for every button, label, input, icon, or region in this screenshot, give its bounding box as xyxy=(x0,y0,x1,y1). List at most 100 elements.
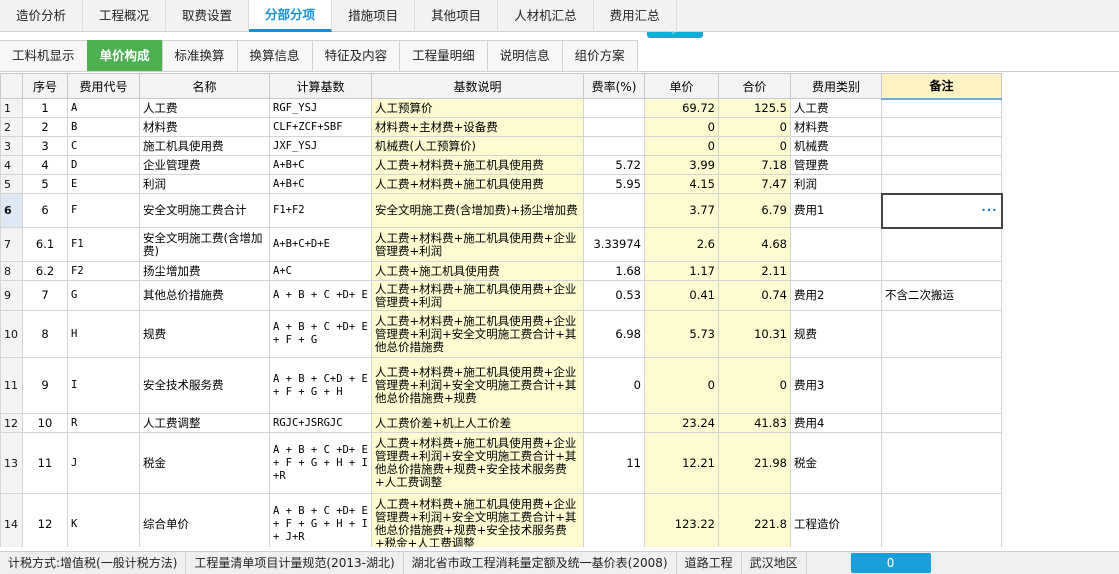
tab-2[interactable]: 取费设置 xyxy=(166,0,250,32)
cell-total[interactable]: 21.98 xyxy=(718,432,791,494)
cell-basis[interactable]: A + B + C +D+ E xyxy=(269,280,372,311)
table-row[interactable]: 2 2 B 材料费 CLF+ZCF+SBF 材料费+主材费+设备费 0 0 材料费 xyxy=(0,117,1002,137)
cell-basis[interactable]: A + B + C +D+ E + F + G xyxy=(269,310,372,358)
cell-desc[interactable]: 人工费+材料费+施工机具使用费+企业管理费+利润+安全文明施工费合计+其他总价措… xyxy=(371,432,584,494)
cell-price[interactable]: 4.15 xyxy=(644,174,719,194)
tab-3[interactable]: 分部分项 xyxy=(249,0,333,32)
cell-note[interactable] xyxy=(881,432,1002,494)
cell-desc[interactable]: 人工费+材料费+施工机具使用费+企业管理费+利润+安全文明施工费合计+其他总价措… xyxy=(371,357,584,414)
column-header[interactable]: 单价 xyxy=(644,73,719,99)
cell-note[interactable] xyxy=(881,493,1002,547)
cell-basis[interactable]: RGJC+JSRGJC xyxy=(269,413,372,433)
cell-basis[interactable]: A+B+C xyxy=(269,155,372,175)
cell-total[interactable]: 125.5 xyxy=(718,98,791,118)
cell-note[interactable] xyxy=(881,413,1002,433)
cell-desc[interactable]: 人工费+材料费+施工机具使用费 xyxy=(371,155,584,175)
column-header[interactable]: 备注 xyxy=(881,73,1002,100)
cell-rate[interactable] xyxy=(583,98,645,118)
tab-0[interactable]: 造价分析 xyxy=(0,0,84,32)
cell-desc[interactable]: 人工预算价 xyxy=(371,98,584,118)
cell-code[interactable]: F2 xyxy=(67,261,140,281)
cell-seq[interactable]: 8 xyxy=(22,310,68,358)
more-icon[interactable]: ··· xyxy=(981,204,997,217)
cell-desc[interactable]: 人工费价差+机上人工价差 xyxy=(371,413,584,433)
cell-total[interactable]: 0 xyxy=(718,357,791,414)
cell-note[interactable] xyxy=(881,310,1002,358)
cell-seq[interactable]: 6 xyxy=(22,193,68,228)
column-header[interactable]: 合价 xyxy=(718,73,791,99)
cell-name[interactable]: 材料费 xyxy=(139,117,270,137)
cell-code[interactable]: B xyxy=(67,117,140,137)
tab-6[interactable]: 人材机汇总 xyxy=(498,0,594,32)
row-number[interactable]: 3 xyxy=(0,136,23,156)
cell-seq[interactable]: 4 xyxy=(22,155,68,175)
cell-cat[interactable]: 费用1 xyxy=(790,193,882,228)
table-row[interactable]: 5 5 E 利润 A+B+C 人工费+材料费+施工机具使用费 5.95 4.15 7.47 利润 xyxy=(0,174,1002,194)
cell-total[interactable]: 7.47 xyxy=(718,174,791,194)
cell-cat[interactable]: 费用3 xyxy=(790,357,882,414)
row-number[interactable]: 1 xyxy=(0,98,23,118)
cell-note[interactable] xyxy=(881,227,1002,262)
cell-total[interactable]: 0 xyxy=(718,136,791,156)
cell-basis[interactable]: A + B + C +D+ E + F + G + H + I + J+R xyxy=(269,493,372,547)
cell-cat[interactable]: 税金 xyxy=(790,432,882,494)
cell-price[interactable]: 0.41 xyxy=(644,280,719,311)
cell-name[interactable]: 人工费调整 xyxy=(139,413,270,433)
cell-name[interactable]: 规费 xyxy=(139,310,270,358)
cell-desc[interactable]: 人工费+材料费+施工机具使用费+企业管理费+利润+安全文明施工费合计+其他总价措… xyxy=(371,310,584,358)
cell-price[interactable]: 0 xyxy=(644,136,719,156)
cell-code[interactable]: G xyxy=(67,280,140,311)
cell-note[interactable] xyxy=(881,117,1002,137)
cell-rate[interactable] xyxy=(583,117,645,137)
cell-seq[interactable]: 6.2 xyxy=(22,261,68,281)
cell-basis[interactable]: A + B + C +D+ E + F + G + H + I +R xyxy=(269,432,372,494)
cell-note[interactable] xyxy=(881,357,1002,414)
cell-price[interactable]: 1.17 xyxy=(644,261,719,281)
sub-tab-0[interactable]: 工料机显示 xyxy=(0,40,88,71)
cell-rate[interactable]: 0.53 xyxy=(583,280,645,311)
column-header[interactable]: 计算基数 xyxy=(269,73,372,99)
cell-rate[interactable]: 5.95 xyxy=(583,174,645,194)
cell-desc[interactable]: 机械费(人工预算价) xyxy=(371,136,584,156)
cell-seq[interactable]: 12 xyxy=(22,493,68,547)
cell-desc[interactable]: 人工费+材料费+施工机具使用费+企业管理费+利润 xyxy=(371,280,584,311)
table-row[interactable]: 7 6.1 F1 安全文明施工费(含增加费) A+B+C+D+E 人工费+材料费+施工机具… xyxy=(0,227,1002,262)
cell-price[interactable]: 23.24 xyxy=(644,413,719,433)
cell-note[interactable] xyxy=(881,174,1002,194)
cell-total[interactable]: 41.83 xyxy=(718,413,791,433)
row-number[interactable]: 2 xyxy=(0,117,23,137)
sub-tab-3[interactable]: 换算信息 xyxy=(236,40,313,71)
cell-price[interactable]: 3.77 xyxy=(644,193,719,228)
tab-4[interactable]: 措施项目 xyxy=(332,0,416,32)
cell-note[interactable] xyxy=(881,261,1002,281)
cell-cat[interactable]: 利润 xyxy=(790,174,882,194)
cell-rate[interactable]: 3.33974 xyxy=(583,227,645,262)
cell-basis[interactable]: F1+F2 xyxy=(269,193,372,228)
cell-code[interactable]: E xyxy=(67,174,140,194)
cell-rate[interactable] xyxy=(583,413,645,433)
cell-cat[interactable]: 费用2 xyxy=(790,280,882,311)
sub-tab-2[interactable]: 标准换算 xyxy=(161,40,238,71)
cell-desc[interactable]: 材料费+主材费+设备费 xyxy=(371,117,584,137)
sub-tab-7[interactable]: 组价方案 xyxy=(561,40,638,71)
cell-cat[interactable]: 工程造价 xyxy=(790,493,882,547)
cell-note[interactable] xyxy=(881,98,1002,118)
cell-code[interactable]: I xyxy=(67,357,140,414)
table-row[interactable]: 11 9 I 安全技术服务费 A + B + C+D + E + F + G + H 人工… xyxy=(0,357,1002,414)
cell-cat[interactable] xyxy=(790,227,882,262)
row-number[interactable]: 14 xyxy=(0,493,23,547)
column-header[interactable]: 费用类别 xyxy=(790,73,882,99)
cell-rate[interactable] xyxy=(583,136,645,156)
cell-code[interactable]: A xyxy=(67,98,140,118)
cell-seq[interactable]: 5 xyxy=(22,174,68,194)
row-number[interactable]: 11 xyxy=(0,357,23,414)
row-number[interactable]: 10 xyxy=(0,310,23,358)
tab-7[interactable]: 费用汇总 xyxy=(594,0,677,32)
cell-name[interactable]: 扬尘增加费 xyxy=(139,261,270,281)
cell-price[interactable]: 5.73 xyxy=(644,310,719,358)
row-number[interactable]: 13 xyxy=(0,432,23,494)
cell-total[interactable]: 7.18 xyxy=(718,155,791,175)
table-row[interactable]: 14 12 K 综合单价 A + B + C +D+ E + F + G + H + I… xyxy=(0,493,1002,547)
cell-note[interactable] xyxy=(881,136,1002,156)
cell-price[interactable]: 2.6 xyxy=(644,227,719,262)
